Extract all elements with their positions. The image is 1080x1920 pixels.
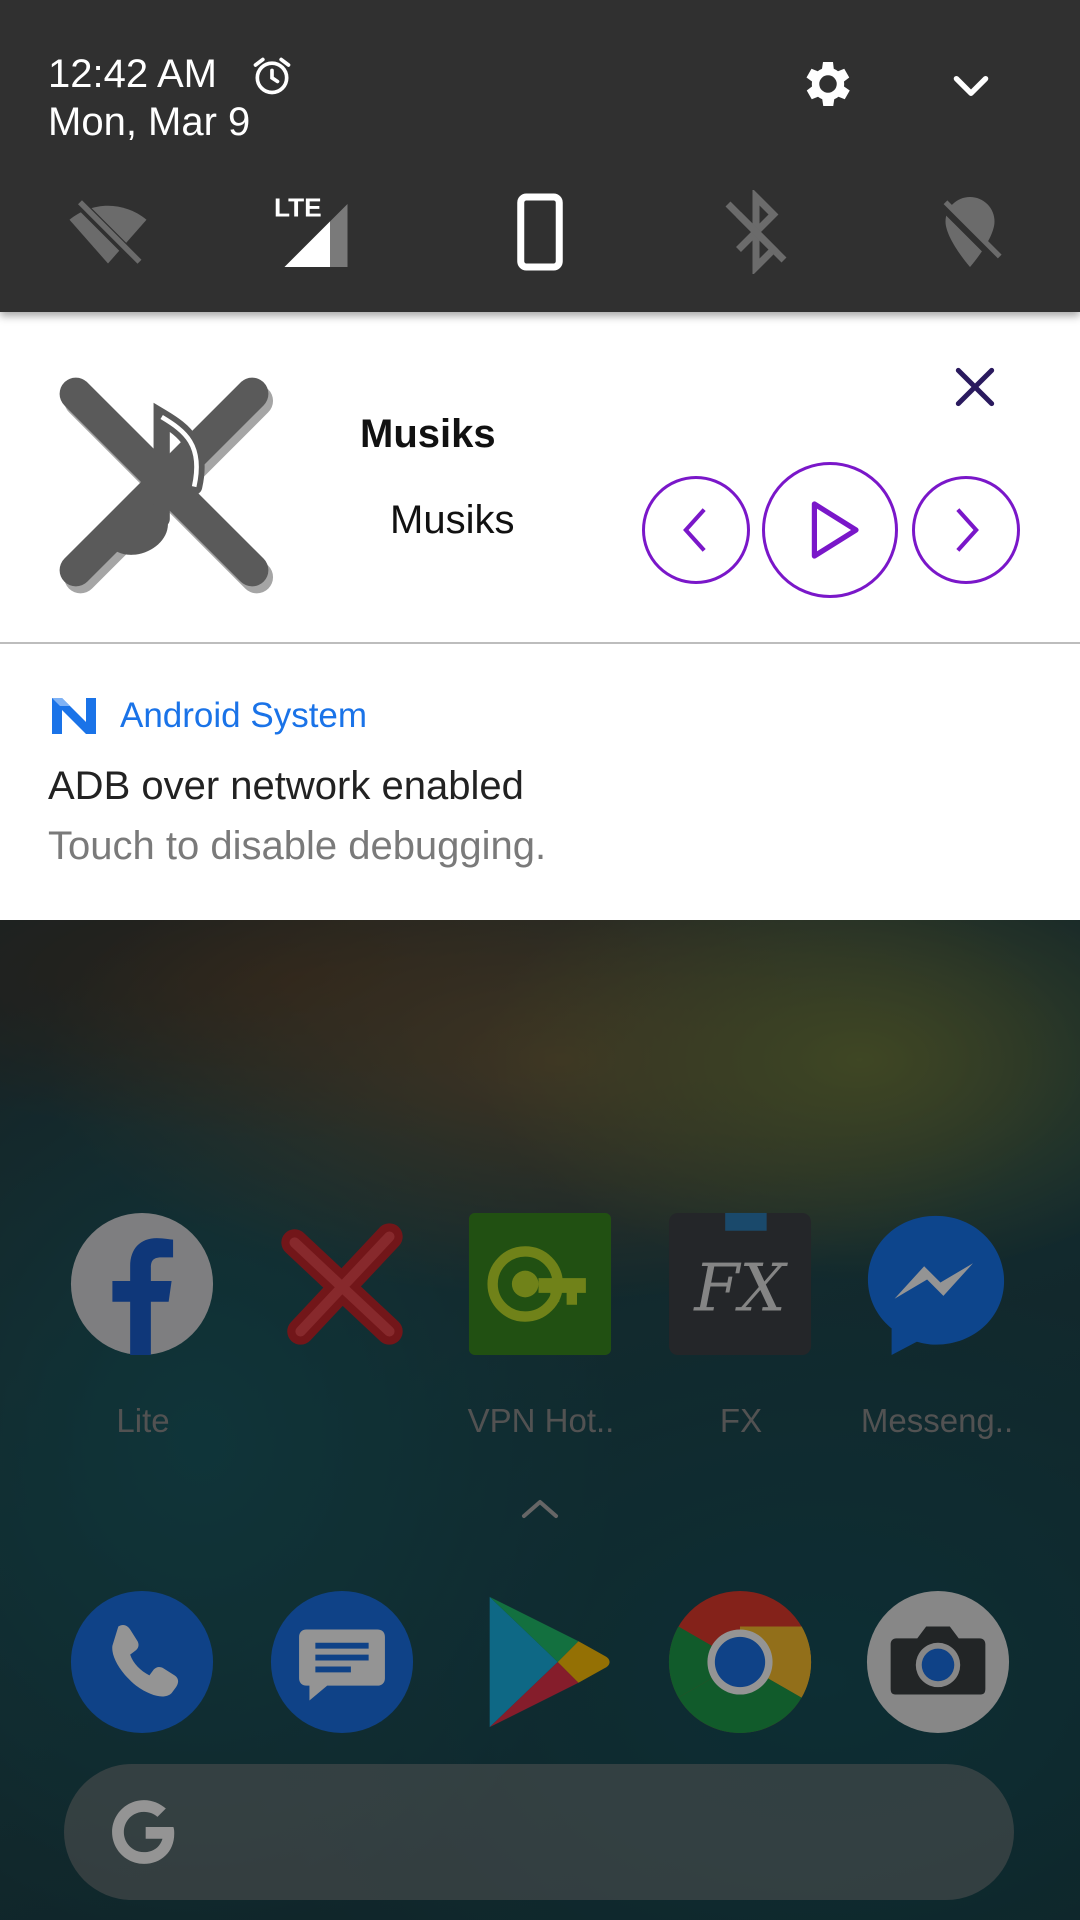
android-n-icon (52, 698, 96, 734)
location-off-icon[interactable] (928, 190, 1012, 274)
chevron-down-icon[interactable] (946, 62, 996, 112)
media-notification[interactable]: Musiks Musiks (0, 312, 1080, 644)
lte-signal-icon[interactable]: LTE (274, 190, 358, 274)
bluetooth-off-icon[interactable] (714, 188, 798, 276)
adb-notification[interactable]: Android System ADB over network enabled … (0, 644, 1080, 920)
notification-text: Touch to disable debugging. (48, 824, 547, 868)
home-screen-background: Lite VPN Hot.. FX FX Messeng.. (0, 920, 1080, 1920)
auto-rotate-icon[interactable] (498, 190, 582, 274)
play-button[interactable] (762, 462, 898, 598)
next-button[interactable] (912, 476, 1020, 584)
shade-dim-overlay (0, 920, 1080, 1920)
alarm-icon (253, 57, 291, 95)
previous-button[interactable] (642, 476, 750, 584)
wifi-off-icon[interactable] (66, 190, 150, 274)
chevron-right-icon (956, 508, 979, 552)
date-text[interactable]: Mon, Mar 9 (48, 100, 250, 145)
lte-label: LTE (274, 192, 322, 222)
play-icon (811, 501, 859, 559)
music-off-album-art-icon (59, 377, 274, 594)
chevron-left-icon (683, 508, 706, 552)
quick-settings-header: 12:42 AM Mon, Mar 9 LTE (0, 0, 1080, 312)
settings-gear-icon[interactable] (798, 54, 858, 114)
notification-title: ADB over network enabled (48, 764, 524, 808)
clock-time[interactable]: 12:42 AM (48, 52, 217, 97)
media-title: Musiks (360, 412, 496, 456)
notification-app-name: Android System (120, 696, 368, 735)
close-icon[interactable] (950, 362, 1000, 412)
media-artist: Musiks (390, 498, 515, 542)
